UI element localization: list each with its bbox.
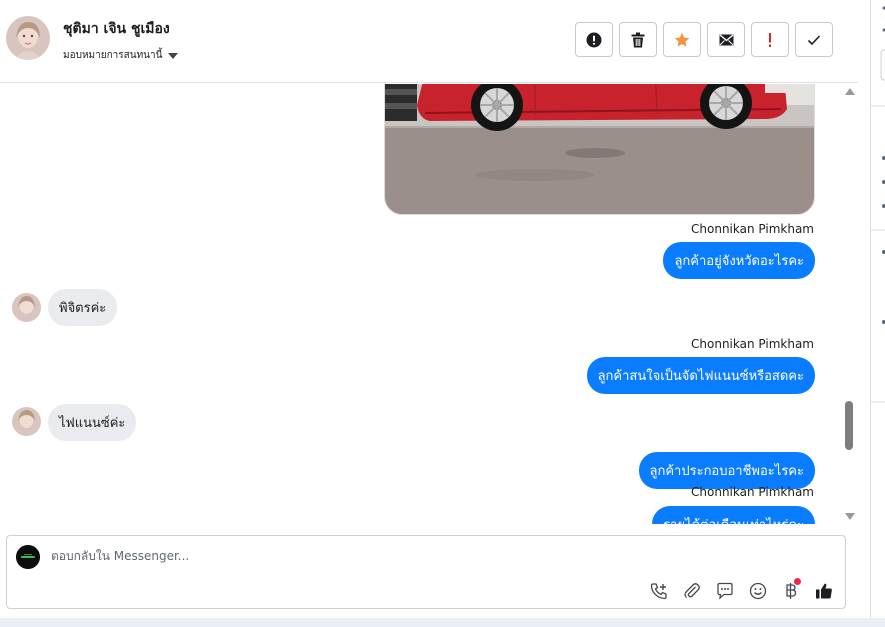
- emoji-icon[interactable]: [746, 579, 769, 602]
- mark-unread-button[interactable]: [707, 22, 745, 57]
- conversation-header: ชุติมา เจิน ชูเมือง มอบหมายการสนทนานี้: [0, 0, 858, 83]
- reply-composer: [6, 535, 846, 609]
- spam-button[interactable]: [575, 22, 613, 57]
- saved-reply-icon[interactable]: [713, 579, 736, 602]
- page-avatar: [16, 545, 40, 569]
- scroll-down-arrow-icon[interactable]: [845, 513, 855, 520]
- caret-down-icon: [168, 52, 179, 59]
- trash-icon: [631, 32, 645, 47]
- call-add-icon[interactable]: [647, 579, 670, 602]
- message-list[interactable]: Chonnikan Pimkham ลูกค้าอยู่จังหวัดอะไรค…: [0, 84, 840, 524]
- check-icon: [807, 34, 821, 45]
- contact-avatar-small: [12, 407, 41, 436]
- sender-name: Chonnikan Pimkham: [691, 485, 814, 499]
- incoming-message[interactable]: ไฟแนนซ์ค่ะ: [48, 404, 137, 441]
- important-button[interactable]: [751, 22, 789, 57]
- exclamation-icon: [769, 32, 771, 47]
- star-icon: [674, 32, 690, 47]
- baht-payment-icon[interactable]: [779, 578, 802, 602]
- follow-up-button[interactable]: [663, 22, 701, 57]
- outgoing-message[interactable]: ลูกค้าอยู่จังหวัดอะไรคะ: [663, 242, 815, 279]
- car-photo-attachment[interactable]: [384, 84, 815, 215]
- conversation-pane: ชุติมา เจิน ชูเมือง มอบหมายการสนทนานี้ C…: [0, 0, 858, 618]
- paperclip-icon[interactable]: [680, 579, 703, 602]
- scroll-up-arrow-icon[interactable]: [845, 88, 855, 95]
- assign-conversation-dropdown[interactable]: มอบหมายการสนทนานี้: [63, 48, 179, 63]
- assign-label: มอบหมายการสนทนานี้: [63, 50, 163, 61]
- done-button[interactable]: [795, 22, 833, 57]
- outgoing-message[interactable]: รายได้ต่อเดือนเท่าไหร่คะ: [652, 506, 815, 524]
- message-scrollbar[interactable]: [840, 84, 858, 524]
- outgoing-message[interactable]: ลูกค้าสนใจเป็นจัดไฟแนนซ์หรือสดคะ: [586, 357, 815, 394]
- notification-dot: [794, 578, 801, 585]
- header-actions: [575, 22, 833, 57]
- contact-avatar-small: [12, 293, 41, 322]
- alert-circle-icon: [586, 32, 602, 47]
- scrollbar-thumb[interactable]: [845, 401, 853, 450]
- delete-button[interactable]: [619, 22, 657, 57]
- contact-avatar[interactable]: [6, 16, 50, 60]
- right-details-panel: [870, 0, 885, 618]
- outgoing-message[interactable]: ลูกค้าประกอบอาชีพอะไรคะ: [638, 452, 815, 489]
- envelope-icon: [719, 33, 733, 45]
- like-icon[interactable]: [812, 579, 835, 602]
- composer-toolbar: [647, 578, 835, 602]
- bottom-edge: [0, 618, 885, 627]
- incoming-message[interactable]: พิจิตรค่ะ: [48, 289, 118, 326]
- contact-name[interactable]: ชุติมา เจิน ชูเมือง: [63, 18, 170, 40]
- sender-name: Chonnikan Pimkham: [691, 337, 814, 351]
- reply-input[interactable]: [51, 549, 611, 563]
- sender-name: Chonnikan Pimkham: [691, 222, 814, 236]
